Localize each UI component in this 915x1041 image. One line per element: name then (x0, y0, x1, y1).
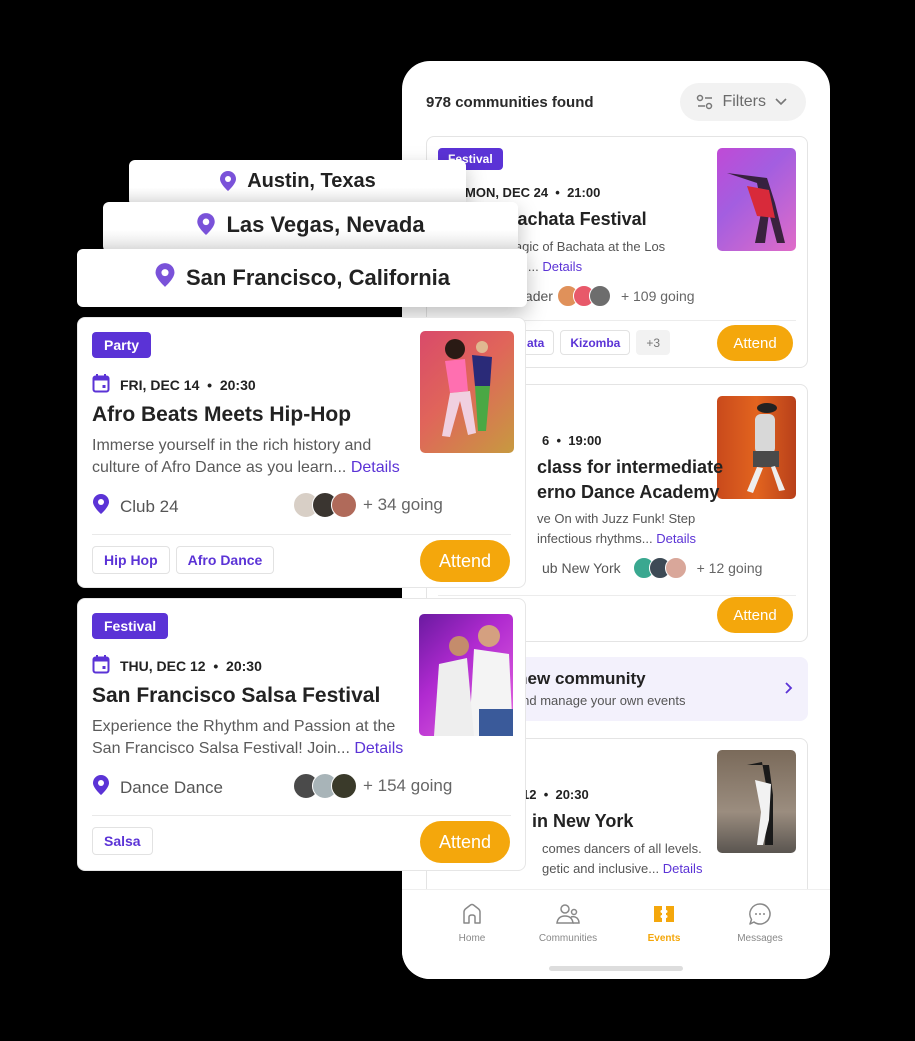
going-count: + 154 going (363, 776, 453, 795)
location-label: Austin, Texas (247, 170, 376, 192)
location-label: Las Vegas, Nevada (226, 212, 425, 237)
genre-chip[interactable]: Salsa (92, 827, 153, 855)
divider (92, 534, 511, 535)
ticket-icon (652, 902, 676, 929)
nav-label: Events (647, 933, 681, 944)
event-title: Afro Beats Meets Hip-Hop (92, 403, 352, 426)
event-description: ve On with Juzz Funk! Step infectious rh… (537, 511, 696, 546)
avatar (331, 773, 357, 799)
event-description: Immerse yourself in the rich history and… (92, 437, 400, 476)
attendee-avatars (293, 773, 357, 799)
location-option-austin[interactable]: Austin, Texas (129, 160, 466, 206)
divider (92, 815, 511, 816)
sliders-icon (696, 94, 714, 110)
location-option-las-vegas[interactable]: Las Vegas, Nevada (103, 202, 518, 252)
divider (438, 595, 796, 596)
venue-name: Club 24 (120, 496, 179, 516)
map-pin-icon (92, 493, 110, 520)
details-link[interactable]: Details (354, 740, 403, 757)
details-link[interactable]: Details (542, 259, 582, 274)
location-option-san-francisco[interactable]: San Francisco, California (77, 249, 527, 307)
event-image (717, 148, 796, 251)
nav-events[interactable]: Events (624, 902, 704, 944)
event-date: FRI, DEC 14 • 20:30 (92, 373, 256, 396)
event-card[interactable]: Festival THU, DEC 12 • 20:30 San Francis… (77, 598, 526, 871)
bottom-navigation: Home Communities Events Messages (402, 889, 830, 979)
location-label: San Francisco, California (185, 265, 451, 290)
event-title: class for intermediate (537, 457, 724, 477)
details-link[interactable]: Details (663, 861, 703, 876)
chevron-down-icon (774, 97, 788, 107)
venue-row: Dance Dance (92, 774, 223, 801)
attendee-avatars (556, 285, 611, 307)
map-pin-icon (196, 212, 216, 242)
nav-label: Communities (538, 933, 598, 944)
nav-label: Messages (737, 933, 783, 944)
event-image (717, 396, 796, 499)
nav-messages[interactable]: Messages (720, 902, 800, 944)
map-pin-icon (154, 262, 176, 294)
avatar (664, 557, 687, 579)
event-image (717, 750, 796, 853)
genre-chip[interactable]: Hip Hop (92, 546, 170, 574)
genre-chips: ata Kizomba +3 (517, 330, 671, 355)
category-tag: Party (92, 332, 152, 358)
map-pin-icon (92, 774, 110, 801)
venue-name: ub New York (542, 560, 621, 576)
event-date: THU, DEC 12 • 20:30 (92, 654, 262, 677)
attendee-avatars (632, 557, 687, 579)
going-count: + 34 going (363, 495, 443, 514)
chevron-right-icon (784, 681, 794, 700)
results-count: 978 communities found (426, 93, 594, 111)
more-genres-chip[interactable]: +3 (636, 330, 671, 355)
calendar-icon (92, 373, 110, 396)
event-date: MON, DEC 24 • 21:00 (465, 185, 601, 200)
going-count: + 12 going (696, 560, 763, 576)
avatar (588, 285, 611, 307)
attend-button[interactable]: Attend (420, 821, 510, 863)
home-icon (460, 902, 484, 929)
event-description: comes dancers of all levels. getic and i… (542, 841, 703, 876)
event-card[interactable]: Party FRI, DEC 14 • 20:30 Afro Beats Mee… (77, 317, 526, 588)
filters-label: Filters (722, 93, 766, 110)
map-pin-icon (219, 170, 237, 198)
genre-chips: Salsa (92, 827, 153, 855)
event-title-line2: erno Dance Academy (537, 482, 720, 502)
communities-icon (555, 902, 581, 929)
results-header: 978 communities found Filters (426, 83, 806, 121)
event-date: 6 • 19:00 (542, 433, 602, 448)
details-link[interactable]: Details (656, 531, 696, 546)
attend-button[interactable]: Attend (717, 325, 793, 361)
attend-button[interactable]: Attend (420, 540, 510, 582)
event-image (419, 614, 513, 736)
genre-chip[interactable]: Kizomba (560, 330, 631, 355)
attend-button[interactable]: Attend (717, 597, 793, 633)
nav-home[interactable]: Home (432, 902, 512, 944)
chat-bubble-icon (748, 902, 772, 929)
event-image (420, 331, 514, 453)
going-count: + 109 going (620, 288, 695, 304)
attendees: + 34 going (293, 492, 443, 518)
event-title: in New York (532, 811, 634, 831)
details-link[interactable]: Details (351, 459, 400, 476)
event-date: 12 • 20:30 (522, 787, 589, 802)
attendee-avatars (293, 492, 357, 518)
venue-row: ub New York + 12 going (542, 557, 762, 579)
event-title: San Francisco Salsa Festival (92, 684, 381, 707)
genre-chips: Hip Hop Afro Dance (92, 546, 275, 574)
avatar (331, 492, 357, 518)
filters-button[interactable]: Filters (680, 83, 806, 121)
attendees: + 154 going (293, 773, 452, 799)
nav-label: Home (458, 933, 486, 944)
category-tag: Festival (92, 613, 169, 639)
nav-communities[interactable]: Communities (528, 902, 608, 944)
home-indicator (549, 966, 683, 971)
venue-row: Club 24 (92, 493, 179, 520)
event-description: Experience the Rhythm and Passion at the… (92, 718, 404, 757)
calendar-icon (92, 654, 110, 677)
genre-chip[interactable]: Afro Dance (175, 546, 275, 574)
venue-name: Dance Dance (120, 777, 224, 797)
